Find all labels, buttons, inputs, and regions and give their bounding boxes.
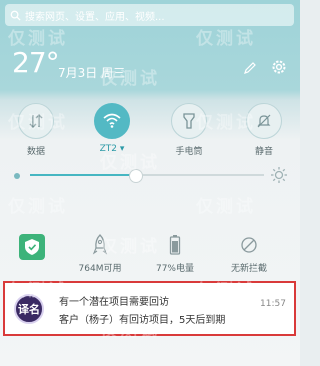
- brightness-slider[interactable]: [30, 169, 264, 183]
- watermark-text: 仅测试: [196, 281, 256, 301]
- search-icon: [5, 4, 25, 26]
- wifi-icon: [94, 103, 130, 139]
- watermark-text: 仅测试: [100, 69, 160, 89]
- shortcut-block-label: 无新拦截: [230, 264, 267, 274]
- notification-title: 有一个潜在项目需要回访: [59, 297, 169, 308]
- brightness-low-icon: [10, 168, 24, 182]
- brightness-auto-icon[interactable]: [270, 166, 288, 184]
- watermark-text: 仅测试: [8, 197, 68, 217]
- watermark-text: 仅测试: [8, 281, 68, 301]
- clock-time: 27°: [12, 46, 60, 79]
- block-icon: [219, 233, 279, 257]
- notification-time: 11:57: [260, 299, 286, 309]
- watermark-text: 仅测试: [196, 29, 256, 49]
- watermark-text: 仅测试: [100, 237, 160, 257]
- settings-gear-icon[interactable]: [270, 58, 288, 76]
- watermark-text: 仅测试: [8, 29, 68, 49]
- watermark-text: 仅测试: [100, 321, 160, 341]
- watermark-text: 仅测试: [196, 197, 256, 217]
- watermark-text: 仅测试: [100, 153, 160, 173]
- brightness-slider-fill: [30, 174, 136, 176]
- shortcut-memory-label: 764M可用: [78, 264, 122, 274]
- watermark-text: 仅测试: [8, 113, 68, 133]
- security-shield-icon[interactable]: [19, 234, 45, 260]
- toggle-flashlight-label: 手电筒: [175, 147, 203, 157]
- edit-icon[interactable]: [242, 60, 258, 76]
- toggle-wifi[interactable]: ZT2 ▾: [90, 103, 134, 154]
- shortcut-block-calls[interactable]: 无新拦截: [219, 233, 279, 274]
- shortcut-battery-label: 77%电量: [155, 264, 194, 274]
- toggle-silent-label: 静音: [254, 147, 273, 157]
- search-bar[interactable]: 搜索网页、设置、应用、视频...: [5, 4, 294, 26]
- toggle-mobile-data-label: 数据: [26, 147, 45, 157]
- watermark-text: 仅测试: [196, 113, 256, 133]
- search-placeholder: 搜索网页、设置、应用、视频...: [25, 11, 165, 23]
